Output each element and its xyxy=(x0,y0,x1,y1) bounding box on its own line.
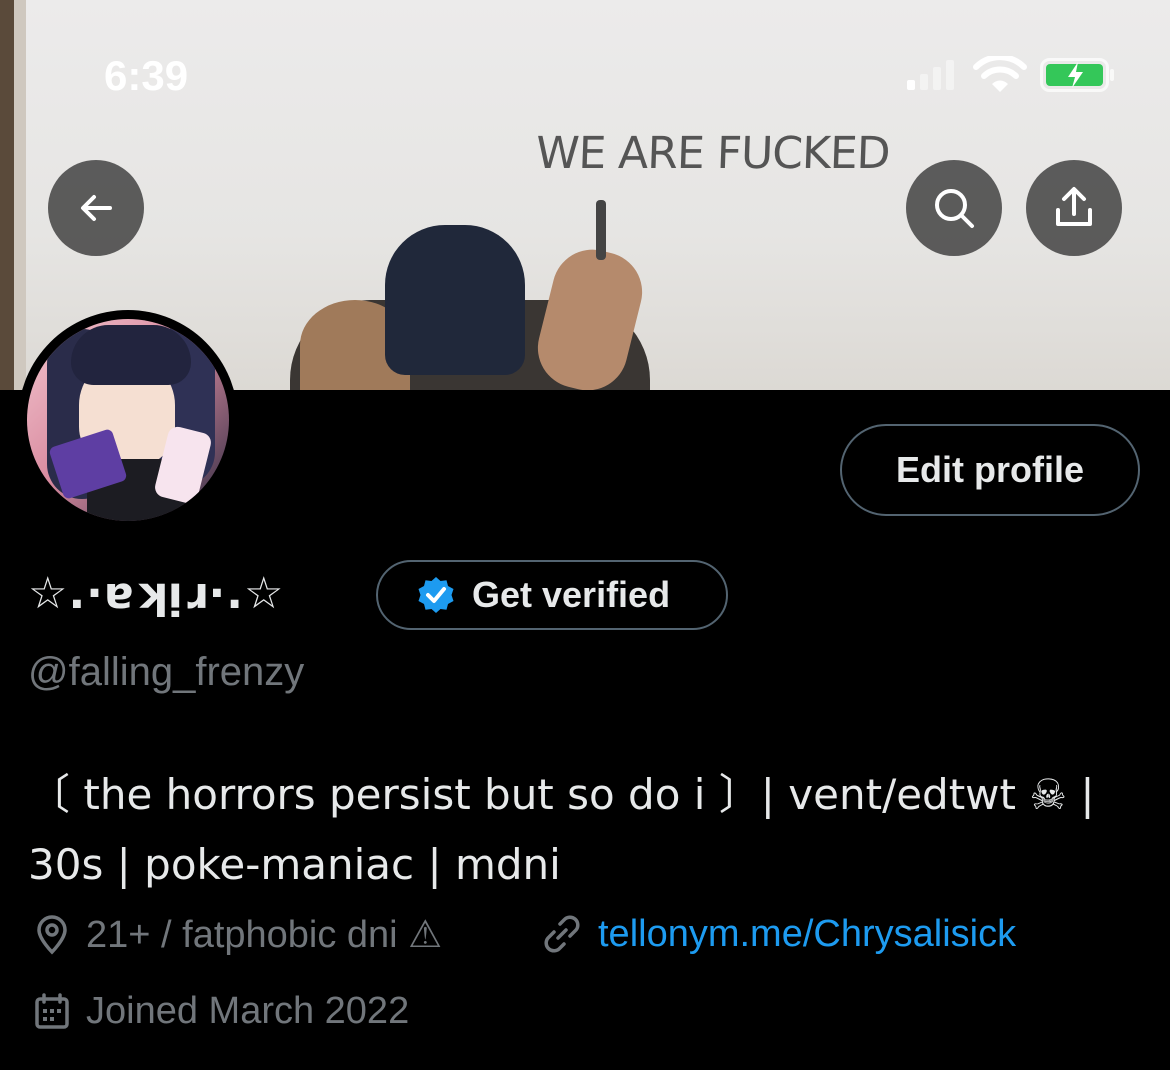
link-icon xyxy=(544,915,580,953)
profile-handle: @falling_frenzy xyxy=(28,650,305,694)
location-row: 21+ / fatphobic dni ⚠ xyxy=(32,912,442,957)
search-icon xyxy=(935,189,974,228)
status-time: 6:39 xyxy=(104,52,189,99)
display-name: ☆.·ɐʞᴉɹ·.☆ xyxy=(28,568,285,619)
avatar-bangs xyxy=(71,325,191,385)
joined-row: Joined March 2022 xyxy=(32,990,409,1033)
status-bar: 6:39 xyxy=(0,0,1170,140)
location-text: 21+ / fatphobic dni ⚠ xyxy=(86,914,443,956)
back-button[interactable] xyxy=(48,160,144,256)
get-verified-button[interactable]: Get verified xyxy=(376,560,728,630)
cellular-signal-icon xyxy=(907,60,954,90)
bio-line-2: 30s | poke-maniac | mdni xyxy=(28,840,561,889)
website-link[interactable]: tellonym.me/Chrysalisick xyxy=(598,913,1016,956)
profile-avatar[interactable] xyxy=(18,310,238,530)
search-button[interactable] xyxy=(906,160,1002,256)
location-pin-icon xyxy=(37,914,67,954)
share-button[interactable] xyxy=(1026,160,1122,256)
website-row[interactable]: tellonym.me/Chrysalisick xyxy=(540,912,1016,956)
banner-marker xyxy=(596,200,606,260)
joined-text: Joined March 2022 xyxy=(86,990,410,1032)
arrow-left-icon xyxy=(81,195,112,221)
bio-line-1: 〔 the horrors persist but so do i 〕| ven… xyxy=(28,770,1095,819)
share-icon xyxy=(1056,187,1092,226)
verified-badge-icon xyxy=(418,577,454,613)
calendar-icon xyxy=(35,992,69,1029)
avatar-image xyxy=(27,319,229,521)
battery-charging-icon xyxy=(1040,58,1114,92)
banner-figure-hood xyxy=(385,225,525,375)
edit-profile-button[interactable]: Edit profile xyxy=(840,424,1140,516)
wifi-icon xyxy=(973,56,1027,92)
get-verified-label: Get verified xyxy=(472,574,671,615)
profile-bio: 〔 the horrors persist but so do i 〕| ven… xyxy=(28,760,1138,900)
